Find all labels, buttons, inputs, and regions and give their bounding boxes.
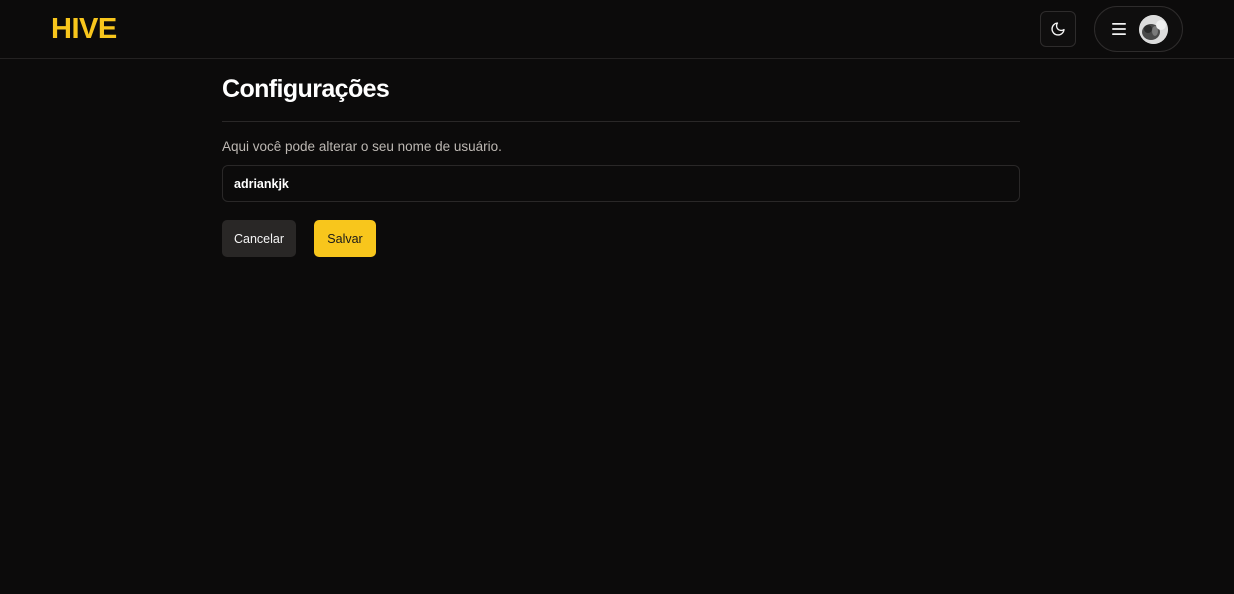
user-menu-button[interactable] bbox=[1094, 6, 1183, 52]
moon-icon bbox=[1051, 22, 1065, 36]
cancel-button[interactable]: Cancelar bbox=[222, 220, 296, 257]
settings-description: Aqui você pode alterar o seu nome de usu… bbox=[222, 139, 502, 154]
top-navigation-bar: HIVE bbox=[0, 0, 1234, 59]
title-divider bbox=[222, 121, 1020, 122]
username-input[interactable] bbox=[222, 165, 1020, 202]
hive-logo[interactable]: HIVE bbox=[51, 13, 117, 46]
page-title: Configurações bbox=[222, 75, 390, 103]
user-avatar bbox=[1139, 15, 1168, 44]
hamburger-menu-icon bbox=[1112, 23, 1126, 35]
theme-toggle-button[interactable] bbox=[1040, 11, 1076, 47]
save-button[interactable]: Salvar bbox=[314, 220, 376, 257]
